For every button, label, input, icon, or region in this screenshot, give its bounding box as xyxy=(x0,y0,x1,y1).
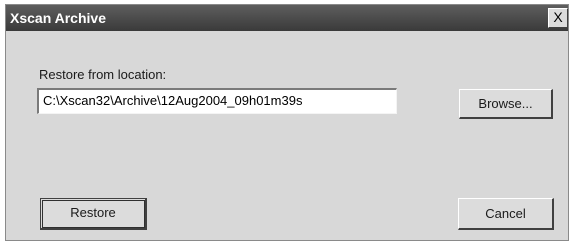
close-icon: X xyxy=(553,9,563,25)
title-bar[interactable]: Xscan Archive X xyxy=(6,5,568,31)
cancel-button[interactable]: Cancel xyxy=(458,198,554,230)
xscan-archive-dialog: Xscan Archive X Restore from location: C… xyxy=(5,4,569,241)
browse-button[interactable]: Browse... xyxy=(459,89,553,119)
restore-button[interactable]: Restore xyxy=(40,198,147,230)
restore-path-input[interactable]: C:\Xscan32\Archive\12Aug2004_09h01m39s xyxy=(37,88,397,114)
window-title: Xscan Archive xyxy=(10,10,106,26)
restore-location-label: Restore from location: xyxy=(39,67,167,82)
close-button[interactable]: X xyxy=(548,8,568,28)
